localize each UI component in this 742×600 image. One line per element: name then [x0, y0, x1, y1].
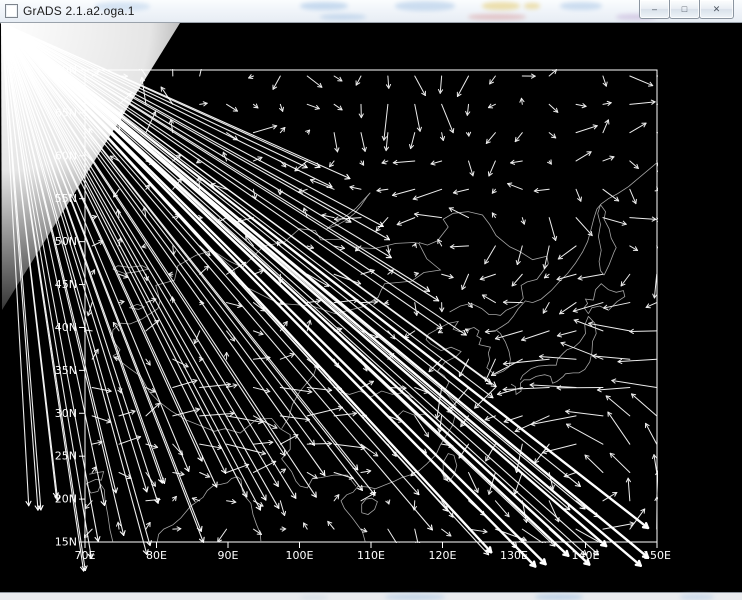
- coastline-path: [598, 205, 617, 275]
- x-axis-label: 110E: [357, 549, 385, 562]
- x-axis-label: 120E: [429, 549, 457, 562]
- coastline-path: [518, 163, 657, 309]
- coastline-path: [419, 212, 548, 305]
- grads-window: GrADS 2.1.a2.oga.1 – □ ✕ 70E80E90E100E11…: [0, 0, 742, 600]
- ray-fan: [1, 22, 648, 571]
- plot-svg: 70E80E90E100E110E120E130E140E150E15N20N2…: [0, 22, 742, 592]
- app-icon: [5, 4, 18, 18]
- x-axis-label: 100E: [286, 549, 314, 562]
- y-axis-label: 50N: [55, 235, 77, 248]
- coastline-path: [450, 303, 519, 315]
- window-controls: – □ ✕: [640, 0, 734, 18]
- y-axis-label: 15N: [55, 536, 77, 549]
- desktop-strip: [0, 592, 742, 600]
- minimize-button[interactable]: –: [639, 0, 670, 19]
- window-title: GrADS 2.1.a2.oga.1: [23, 4, 640, 18]
- coastline-path: [584, 284, 625, 314]
- coastline-path: [520, 316, 588, 380]
- desktop-glare-blob: [680, 594, 714, 600]
- close-button[interactable]: ✕: [699, 0, 734, 19]
- desktop-glare-blob: [535, 594, 583, 600]
- maximize-button[interactable]: □: [669, 0, 700, 19]
- titlebar[interactable]: GrADS 2.1.a2.oga.1 – □ ✕: [0, 0, 742, 23]
- x-axis-label: 90E: [218, 549, 239, 562]
- coastline-path: [511, 316, 596, 394]
- desktop-glare-blob: [300, 595, 328, 600]
- coastline-path: [327, 193, 371, 229]
- coastline-path: [157, 477, 261, 542]
- coastline-path: [362, 498, 378, 514]
- plot-canvas: 70E80E90E100E110E120E130E140E150E15N20N2…: [0, 22, 742, 592]
- desktop-glare-blob: [385, 594, 445, 600]
- x-axis-label: 80E: [146, 549, 167, 562]
